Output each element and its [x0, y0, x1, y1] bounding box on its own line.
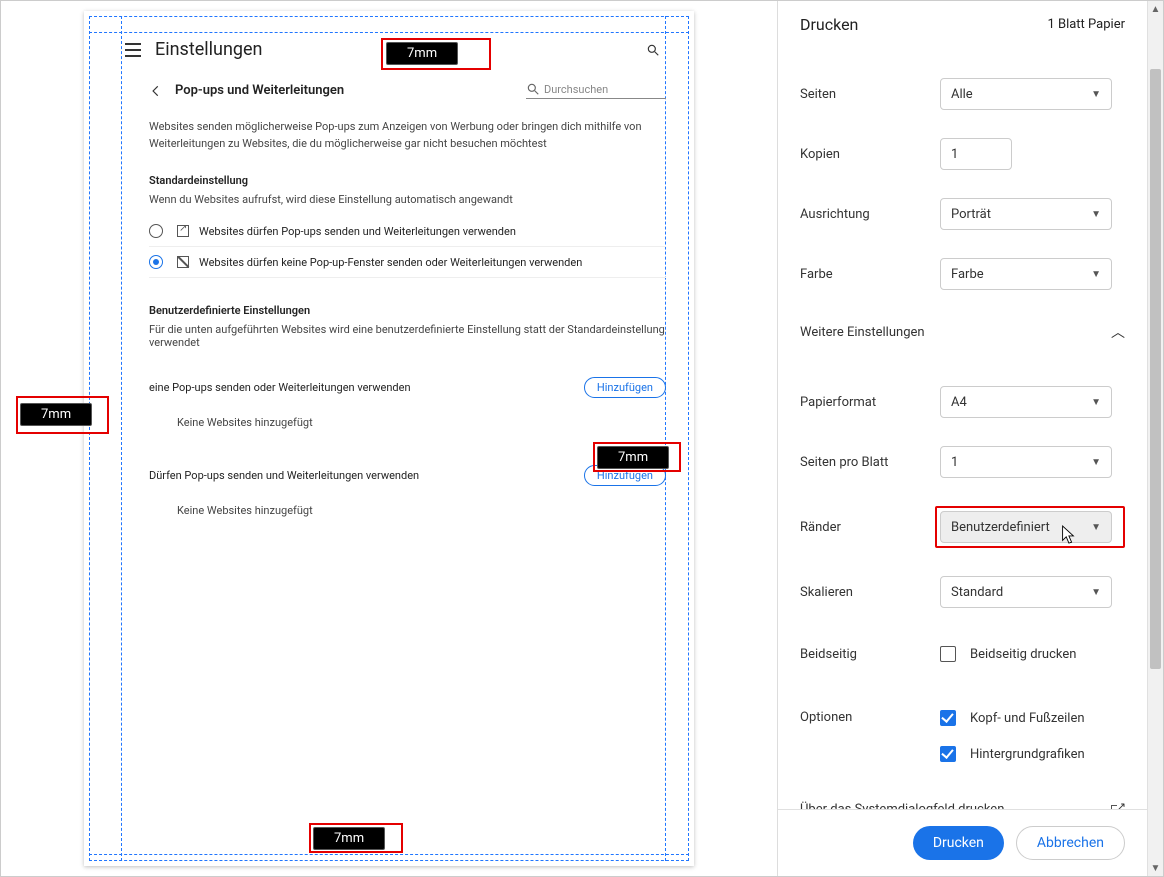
- radio-block-row: Websites dürfen keine Pop-up-Fenster sen…: [149, 247, 666, 278]
- hamburger-icon: [125, 43, 141, 57]
- allow-list-empty: Keine Websites hinzugefügt: [149, 494, 666, 529]
- search-icon-small: [526, 82, 540, 96]
- orientation-select[interactable]: Porträt ▼: [940, 198, 1112, 230]
- paper-select[interactable]: A4 ▼: [940, 386, 1112, 418]
- allow-list-heading: Dürfen Pop-ups senden und Weiterleitunge…: [149, 469, 419, 482]
- more-settings-label: Weitere Einstellungen: [800, 325, 925, 340]
- default-heading: Standardeinstellung: [149, 170, 666, 193]
- caret-down-icon: ▼: [1091, 397, 1101, 408]
- cancel-button-label: Abbrechen: [1037, 835, 1104, 851]
- preview-page: 7mm 7mm 7mm Einstellungen Pop-ups und We…: [84, 11, 694, 866]
- pages-select[interactable]: Alle ▼: [940, 78, 1112, 110]
- per-sheet-select[interactable]: 1▼: [940, 446, 1112, 478]
- margins-label: Ränder: [800, 520, 940, 535]
- margin-tooltip-bottom: 7mm: [313, 827, 385, 850]
- color-label: Farbe: [800, 267, 940, 282]
- print-dialog: 7mm 7mm 7mm Einstellungen Pop-ups und We…: [0, 0, 1164, 877]
- cursor-icon: [1059, 524, 1077, 546]
- search-field: Durchsuchen: [526, 82, 666, 99]
- custom-desc: Für die unten aufgeführten Websites wird…: [149, 323, 666, 359]
- intro-text: Websites senden möglicherweise Pop-ups z…: [149, 113, 666, 170]
- copies-input[interactable]: 1: [940, 138, 1012, 170]
- print-button[interactable]: Drucken: [913, 826, 1004, 860]
- caret-down-icon: ▼: [1091, 587, 1101, 598]
- paper-label: Papierformat: [800, 395, 940, 410]
- scale-select[interactable]: Standard ▼: [940, 576, 1112, 608]
- preview-content: Einstellungen Pop-ups und Weiterleitunge…: [121, 33, 666, 854]
- system-dialog-text: Über das Systemdialogfeld drucken…: [800, 802, 1013, 809]
- options-label: Optionen: [800, 700, 940, 725]
- print-preview-area: 7mm 7mm 7mm Einstellungen Pop-ups und We…: [1, 1, 777, 876]
- per-sheet-value: 1: [951, 455, 958, 470]
- pages-label: Seiten: [800, 87, 940, 102]
- margin-guide-bottom[interactable]: [89, 854, 689, 855]
- headers-footers-label: Kopf- und Fußzeilen: [970, 711, 1085, 726]
- highlight-margins-select: Benutzerdefiniert ▼: [935, 506, 1125, 548]
- block-list-row: eine Pop-ups senden oder Weiterleitungen…: [149, 359, 666, 406]
- caret-down-icon: ▼: [1091, 457, 1101, 468]
- background-graphics-checkbox[interactable]: [940, 746, 956, 762]
- duplex-cb-label: Beidseitig drucken: [970, 647, 1076, 662]
- pages-value: Alle: [951, 87, 973, 102]
- radio-allow-row: Websites dürfen Pop-ups senden und Weite…: [149, 216, 666, 247]
- add-button-block: Hinzufügen: [584, 377, 666, 398]
- search-icon: [646, 43, 660, 57]
- default-desc: Wenn du Websites aufrufst, wird diese Ei…: [149, 193, 666, 216]
- caret-down-icon: ▼: [1091, 209, 1101, 220]
- print-settings-panel: Drucken 1 Blatt Papier Seiten Alle ▼ Kopi…: [777, 1, 1147, 876]
- per-sheet-label: Seiten pro Blatt: [800, 455, 940, 470]
- duplex-label: Beidseitig: [800, 647, 940, 662]
- color-select[interactable]: Farbe ▼: [940, 258, 1112, 290]
- scale-label: Skalieren: [800, 585, 940, 600]
- orientation-value: Porträt: [951, 207, 991, 222]
- subpage-title: Pop-ups und Weiterleitungen: [175, 83, 344, 98]
- more-settings-toggle[interactable]: Weitere Einstellungen ︿: [800, 304, 1125, 372]
- sheet-count: 1 Blatt Papier: [1047, 17, 1125, 32]
- margins-select[interactable]: Benutzerdefiniert ▼: [940, 511, 1112, 543]
- margin-tooltip-right: 7mm: [597, 446, 669, 469]
- cancel-button[interactable]: Abbrechen: [1016, 826, 1125, 860]
- scrollbar[interactable]: ▲ ▼: [1147, 1, 1163, 876]
- radio-checked-icon: [149, 255, 163, 269]
- page-title: Einstellungen: [155, 39, 262, 60]
- custom-heading: Benutzerdefinierte Einstellungen: [149, 300, 666, 323]
- caret-down-icon: ▼: [1091, 89, 1101, 100]
- scrollbar-thumb[interactable]: [1150, 69, 1161, 669]
- duplex-checkbox[interactable]: [940, 646, 956, 662]
- caret-down-icon: ▼: [1091, 269, 1101, 280]
- caret-down-icon: ▼: [1091, 522, 1101, 533]
- background-graphics-label: Hintergrundgrafiken: [970, 747, 1085, 762]
- print-button-label: Drucken: [933, 835, 984, 851]
- headers-footers-checkbox[interactable]: [940, 710, 956, 726]
- system-dialog-link[interactable]: Über das Systemdialogfeld drucken… (Ctrl…: [800, 786, 1125, 809]
- orientation-label: Ausrichtung: [800, 207, 940, 222]
- color-value: Farbe: [951, 267, 984, 282]
- margin-tooltip-top: 7mm: [386, 42, 458, 65]
- radio-block-label: Websites dürfen keine Pop-up-Fenster sen…: [199, 256, 582, 269]
- scale-value: Standard: [951, 585, 1003, 600]
- search-placeholder: Durchsuchen: [544, 83, 608, 96]
- popup-allow-icon: [177, 225, 189, 237]
- margin-tooltip-left: 7mm: [20, 403, 92, 426]
- back-arrow-icon: [149, 84, 163, 98]
- block-list-empty: Keine Websites hinzugefügt: [149, 406, 666, 441]
- panel-title: Drucken: [800, 15, 858, 34]
- radio-allow-label: Websites dürfen Pop-ups senden und Weite…: [199, 225, 516, 238]
- scroll-down-icon[interactable]: ▼: [1148, 860, 1163, 876]
- popup-block-icon: [177, 256, 189, 268]
- radio-unchecked-icon: [149, 224, 163, 238]
- paper-value: A4: [951, 395, 967, 410]
- scroll-up-icon[interactable]: ▲: [1148, 1, 1163, 17]
- chevron-up-icon: ︿: [1111, 322, 1125, 342]
- allow-list-row: Dürfen Pop-ups senden und Weiterleitunge…: [149, 441, 666, 494]
- open-external-icon: [1111, 805, 1125, 809]
- copies-label: Kopien: [800, 147, 940, 162]
- block-list-heading: eine Pop-ups senden oder Weiterleitungen…: [149, 381, 411, 394]
- margins-value: Benutzerdefiniert: [951, 520, 1050, 535]
- copies-value: 1: [951, 147, 958, 162]
